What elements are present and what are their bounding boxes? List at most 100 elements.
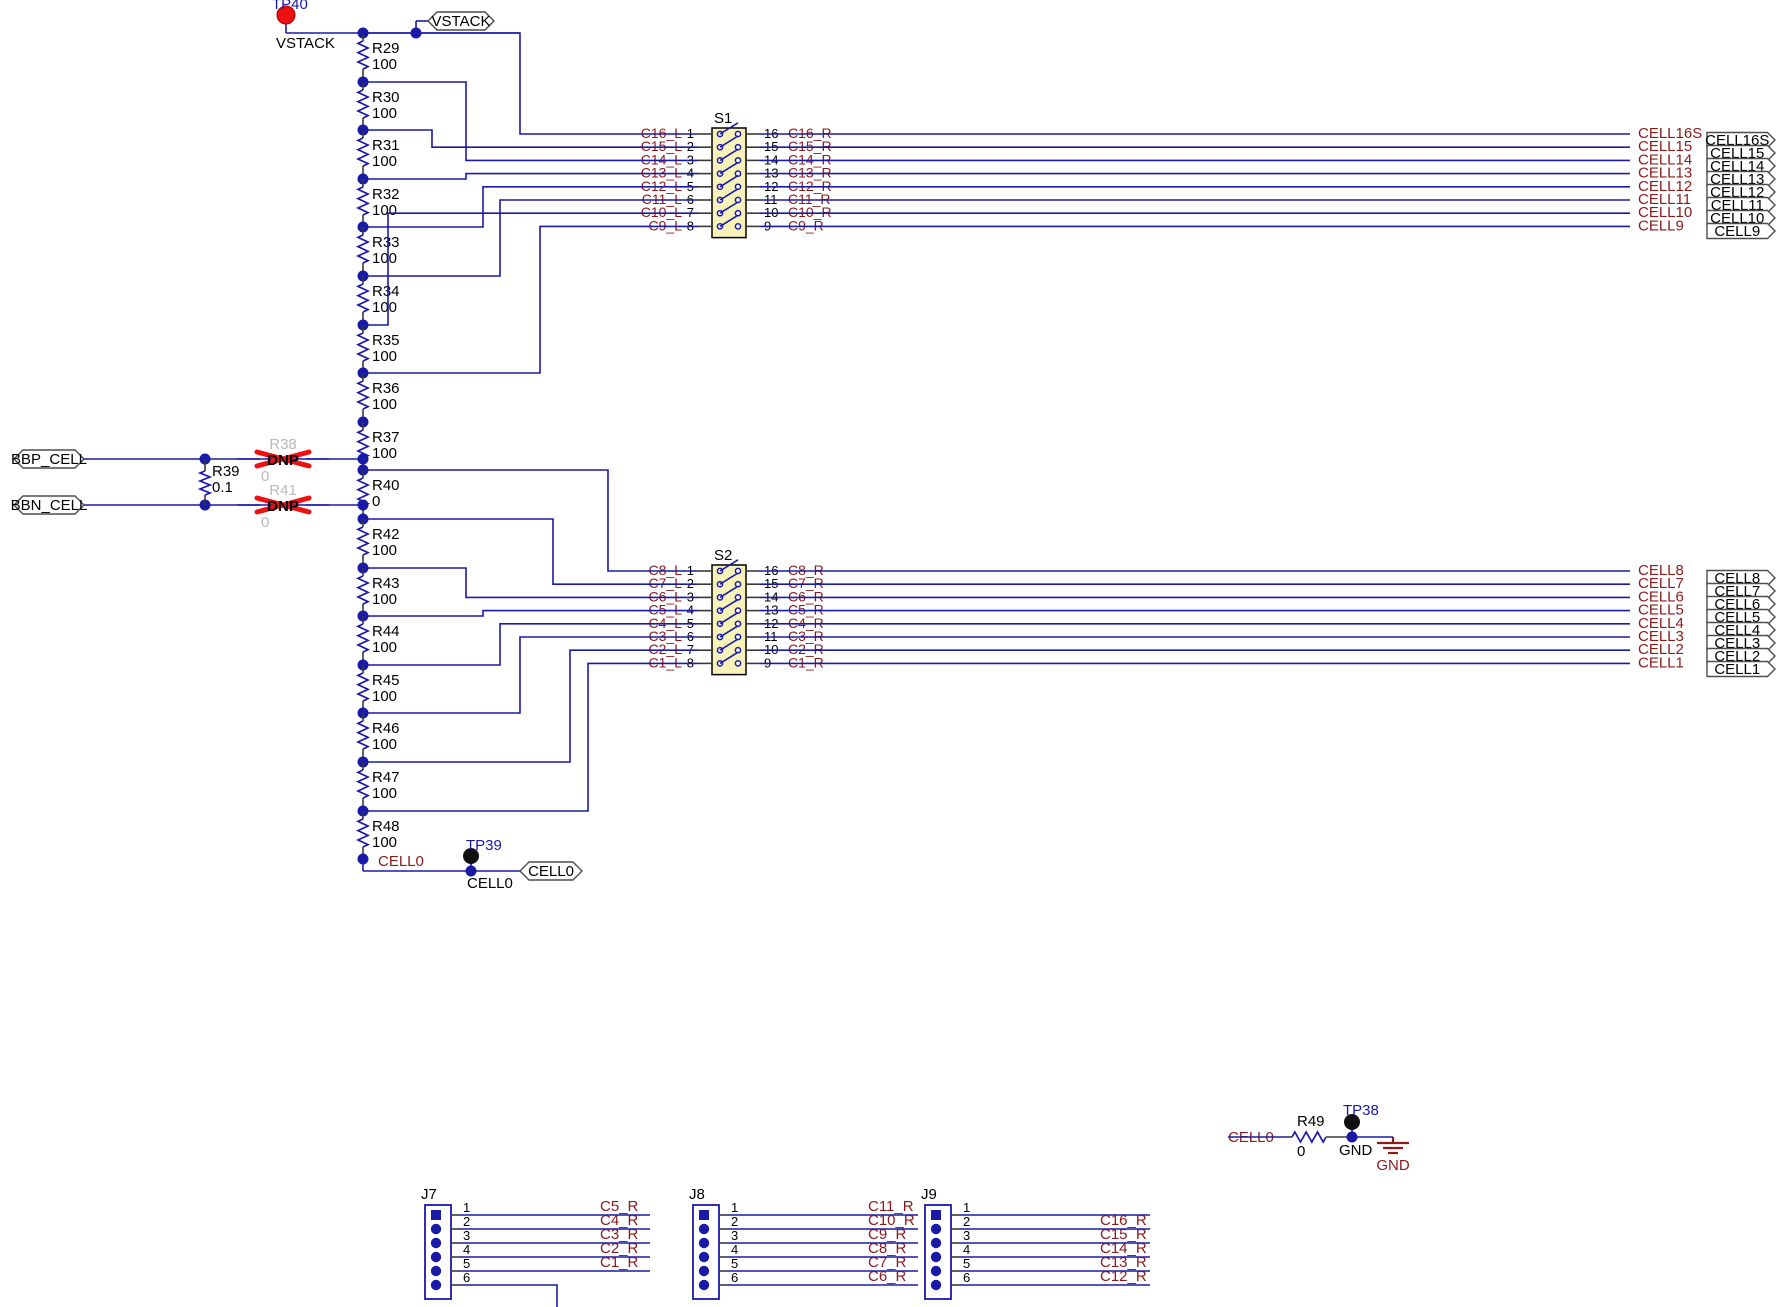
dnp-r38-marker: DNP (267, 452, 299, 469)
ref-r30: R30 (372, 89, 400, 106)
conn-j8-pinnum-3: 3 (731, 1228, 738, 1243)
conn-j7-netlabel-5: C1_R (600, 1254, 639, 1271)
resistor-r32[interactable] (355, 186, 371, 216)
resistor-r45[interactable] (355, 672, 371, 702)
conn-j8-pinnum-5: 5 (731, 1256, 738, 1271)
s1-contact-right-6 (734, 196, 742, 204)
conn-j7-pinnum-5: 5 (463, 1256, 470, 1271)
switch-s1-ref: S1 (714, 110, 732, 127)
tp39-label: TP39 (466, 837, 502, 854)
s1-contact-right-5 (734, 183, 742, 191)
resistor-r34-body (355, 283, 371, 313)
resistor-r29-body (355, 40, 371, 70)
resistor-r36[interactable] (355, 380, 371, 410)
resistor-r31[interactable] (355, 137, 371, 167)
conn-j9-pinnum-6: 6 (963, 1270, 970, 1285)
s2-contact-right-2 (734, 580, 742, 588)
resistor-r30[interactable] (355, 89, 371, 119)
schematic-sheet: TP40 VSTACK VSTACK R29 100 R30 100 R31 100 R32 100… (0, 0, 1782, 1307)
ref-r47: R47 (372, 769, 400, 786)
dnp-r41-marker: DNP (267, 498, 299, 515)
tap-wire-n7-row8 (363, 225, 698, 374)
ground-symbol-r49-label: GND (1376, 1157, 1410, 1174)
ref-r44: R44 (372, 623, 400, 640)
resistor-r48[interactable] (355, 818, 371, 848)
val-r39: 0.1 (212, 479, 233, 496)
port-right-s1-8-label: CELL9 (1714, 223, 1760, 240)
s2-contact-right-1 (734, 567, 742, 575)
switch-s2-ref: S2 (714, 547, 732, 564)
connector-j9-ref: J9 (921, 1186, 937, 1203)
val-r34: 100 (372, 299, 397, 316)
resistor-r32-body (355, 186, 371, 216)
resistor-r33-body (355, 234, 371, 264)
conn-j9-pinnum-2: 2 (963, 1214, 970, 1229)
val-r32: 100 (372, 202, 397, 219)
resistor-r47-body (355, 769, 371, 799)
pad-j7-5 (430, 1265, 442, 1277)
connector-j7-ref: J7 (421, 1186, 437, 1203)
val-r47: 100 (372, 785, 397, 802)
pad-j9-3 (930, 1237, 942, 1249)
conn-j7-pinnum-3: 3 (463, 1228, 470, 1243)
resistor-r44[interactable] (355, 623, 371, 653)
s2-contact-right-4 (734, 607, 742, 614)
resistor-r43-body (355, 575, 371, 605)
val-r45: 100 (372, 688, 397, 705)
pad-j7-1 (431, 1210, 441, 1220)
s2-contact-right-7 (734, 646, 742, 654)
s1-contact-right-1 (734, 130, 742, 138)
resistor-r49-body (1291, 1130, 1327, 1144)
ref-r35: R35 (372, 332, 400, 349)
s2-contact-right-8 (734, 660, 742, 667)
val-r48: 100 (372, 834, 397, 851)
val-r43: 100 (372, 591, 397, 608)
val-r49: 0 (1297, 1143, 1305, 1160)
s2-right-netlabel-8: CELL1 (1638, 654, 1684, 671)
conn-j9-pinnum-5: 5 (963, 1256, 970, 1271)
s1-rightpin-net-8: C9_R (788, 217, 824, 233)
resistor-r34[interactable] (355, 283, 371, 313)
pad-j7-4 (430, 1251, 442, 1263)
conn-j8-pinnum-2: 2 (731, 1214, 738, 1229)
val-r35: 100 (372, 348, 397, 365)
conn-j7-pinnum-1: 1 (463, 1200, 470, 1215)
val-r36: 100 (372, 396, 397, 413)
vstack-net-text: VSTACK (276, 35, 335, 52)
resistor-r43[interactable] (355, 575, 371, 605)
pad-j9-2 (930, 1223, 942, 1235)
resistor-r48-body (355, 818, 371, 848)
resistor-r49[interactable] (1291, 1130, 1327, 1144)
resistor-r42[interactable] (355, 526, 371, 556)
resistor-r47[interactable] (355, 769, 371, 799)
ref-r36: R36 (372, 380, 400, 397)
ref-r32: R32 (372, 186, 400, 203)
pad-j9-6 (930, 1279, 942, 1291)
ref-r40: R40 (372, 477, 400, 494)
conn-j7-pinnum-4: 4 (463, 1242, 470, 1257)
conn-j8-pinnum-1: 1 (731, 1200, 738, 1215)
resistor-r29[interactable] (355, 40, 371, 70)
pad-j7-6 (430, 1279, 442, 1291)
s1-leftpin-net-8: C9_L (649, 217, 683, 233)
val-r33: 100 (372, 250, 397, 267)
cell0-text: CELL0 (467, 875, 513, 892)
r49-gnd-text: GND (1339, 1142, 1373, 1159)
ref-r39: R39 (212, 463, 240, 480)
resistor-r46[interactable] (355, 720, 371, 750)
resistor-r33[interactable] (355, 234, 371, 264)
conn-j7-pinnum-6: 6 (463, 1270, 470, 1285)
ref-r37: R37 (372, 429, 400, 446)
resistor-r35[interactable] (355, 332, 371, 362)
resistor-r36-body (355, 380, 371, 410)
ref-r49: R49 (1297, 1113, 1325, 1130)
pad-j9-1 (931, 1210, 941, 1220)
dnp-r41-val: 0 (261, 514, 269, 531)
s1-contact-right-2 (734, 143, 742, 151)
resistor-r35-body (355, 332, 371, 362)
s2-rightpin-net-8: C1_R (788, 654, 824, 670)
resistor-r39[interactable] (197, 470, 213, 496)
val-r40: 0 (372, 493, 380, 510)
conn-j9-netlabel-6: C12_R (1100, 1268, 1147, 1285)
val-r30: 100 (372, 105, 397, 122)
